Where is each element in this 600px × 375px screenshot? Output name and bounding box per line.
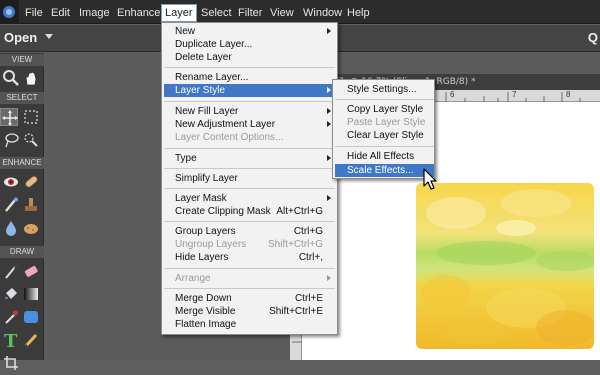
menu-separator <box>164 221 335 222</box>
open-button[interactable]: Open <box>4 30 37 45</box>
menu-file[interactable]: File <box>22 5 46 21</box>
shortcut-label: Ctrl+, <box>298 252 323 263</box>
type-tool-icon[interactable]: T <box>2 331 20 352</box>
menu-item-duplicate-layer[interactable]: Duplicate Layer... <box>164 38 335 51</box>
pencil-tool-icon[interactable] <box>22 331 40 349</box>
menu-item-style-settings[interactable]: Style Settings... <box>335 83 434 96</box>
menu-item-delete-layer[interactable]: Delete Layer <box>164 51 335 64</box>
clone-stamp-tool-icon[interactable] <box>22 196 40 214</box>
eraser-tool-icon[interactable] <box>22 262 40 280</box>
crop-tool-icon[interactable] <box>2 354 20 372</box>
shortcut-label: Alt+Ctrl+G <box>276 206 323 217</box>
mouse-cursor-icon <box>423 168 439 192</box>
watercolor-image[interactable] <box>416 183 594 349</box>
menu-view[interactable]: View <box>267 5 297 21</box>
menu-item-scale-effects[interactable]: Scale Effects... <box>335 164 434 177</box>
open-dropdown-icon[interactable] <box>45 34 53 39</box>
lasso-tool-icon[interactable] <box>2 131 20 149</box>
menu-layer[interactable]: Layer <box>161 4 197 22</box>
toolbox-section-enhance: ENHANCE <box>0 157 44 169</box>
menu-item-paste-layer-style[interactable]: Paste Layer Style <box>335 116 434 129</box>
menu-item-clear-layer-style[interactable]: Clear Layer Style <box>335 129 434 142</box>
menu-item-flatten-image[interactable]: Flatten Image <box>164 318 335 331</box>
menu-item-hide-layers[interactable]: Hide Layers Ctrl+, <box>164 251 335 264</box>
submenu-arrow-icon <box>327 155 331 161</box>
brush-tool-icon[interactable] <box>2 262 20 280</box>
menu-item-copy-layer-style[interactable]: Copy Layer Style <box>335 103 434 116</box>
menu-separator <box>164 101 335 102</box>
marquee-tool-icon[interactable] <box>22 108 40 126</box>
menu-edit[interactable]: Edit <box>48 5 73 21</box>
menu-item-rename-layer[interactable]: Rename Layer... <box>164 71 335 84</box>
menu-separator <box>335 99 434 100</box>
menu-item-new-fill-layer[interactable]: New Fill Layer <box>164 105 335 118</box>
menu-window[interactable]: Window <box>300 5 345 21</box>
submenu-arrow-icon <box>327 275 331 281</box>
menu-item-merge-visible[interactable]: Merge Visible Shift+Ctrl+E <box>164 305 335 318</box>
menu-separator <box>164 67 335 68</box>
custom-shape-tool-icon[interactable] <box>22 308 40 326</box>
menu-item-layer-style[interactable]: Layer Style <box>164 84 335 97</box>
menu-item-simplify-layer[interactable]: Simplify Layer <box>164 172 335 185</box>
submenu-arrow-icon <box>327 87 331 93</box>
quick-selection-tool-icon[interactable] <box>22 131 40 149</box>
menu-item-new-adjustment-layer[interactable]: New Adjustment Layer <box>164 118 335 131</box>
hand-tool-icon[interactable] <box>22 69 40 87</box>
menu-item-type[interactable]: Type <box>164 152 335 165</box>
menu-separator <box>164 148 335 149</box>
menu-item-new[interactable]: New <box>164 25 335 38</box>
submenu-arrow-icon <box>327 108 331 114</box>
menu-bar: File Edit Image Enhance Layer Select Fil… <box>0 0 600 24</box>
menu-item-create-clipping-mask[interactable]: Create Clipping Mask Alt+Ctrl+G <box>164 205 335 218</box>
menu-help[interactable]: Help <box>344 5 373 21</box>
menu-enhance[interactable]: Enhance <box>114 5 163 21</box>
zoom-tool-icon[interactable] <box>2 69 20 87</box>
menu-separator <box>335 146 434 147</box>
menu-item-arrange[interactable]: Arrange <box>164 272 335 285</box>
red-eye-tool-icon[interactable] <box>2 173 20 191</box>
shortcut-label: Shift+Ctrl+E <box>269 306 323 317</box>
submenu-arrow-icon <box>327 121 331 127</box>
shortcut-label: Shift+Ctrl+G <box>267 239 323 250</box>
menu-filter[interactable]: Filter <box>235 5 265 21</box>
blur-tool-icon[interactable] <box>2 219 20 237</box>
submenu-arrow-icon <box>327 195 331 201</box>
quick-mode-tab[interactable]: Q <box>588 30 598 45</box>
menu-separator <box>164 288 335 289</box>
menu-item-layer-mask[interactable]: Layer Mask <box>164 192 335 205</box>
menu-separator <box>164 188 335 189</box>
menu-separator <box>164 268 335 269</box>
submenu-arrow-icon <box>327 28 331 34</box>
move-tool-icon[interactable] <box>0 108 18 126</box>
toolbox-section-draw: DRAW <box>0 246 44 258</box>
sponge-tool-icon[interactable] <box>22 219 40 237</box>
spot-healing-tool-icon[interactable] <box>22 173 40 191</box>
layer-style-submenu: Style Settings... Copy Layer Style Paste… <box>332 79 435 179</box>
menu-item-merge-down[interactable]: Merge Down Ctrl+E <box>164 292 335 305</box>
gradient-tool-icon[interactable] <box>22 285 40 303</box>
toolbox-section-view: VIEW <box>0 54 44 66</box>
paint-bucket-tool-icon[interactable] <box>2 285 20 303</box>
menu-item-group-layers[interactable]: Group Layers Ctrl+G <box>164 225 335 238</box>
layer-menu: New Duplicate Layer... Delete Layer Rena… <box>161 22 338 335</box>
menu-select[interactable]: Select <box>198 5 235 21</box>
menu-image[interactable]: Image <box>76 5 113 21</box>
smart-brush-tool-icon[interactable] <box>2 196 20 214</box>
menu-separator <box>164 168 335 169</box>
shortcut-label: Ctrl+G <box>293 226 323 237</box>
menu-item-ungroup-layers[interactable]: Ungroup Layers Shift+Ctrl+G <box>164 238 335 251</box>
menu-item-hide-all-effects[interactable]: Hide All Effects <box>335 150 434 163</box>
menu-item-layer-content-options[interactable]: Layer Content Options... <box>164 131 335 144</box>
toolbox: VIEW SELECT ENHANCE DRAW T <box>0 53 44 370</box>
color-picker-tool-icon[interactable] <box>2 308 20 326</box>
svg-text:T: T <box>4 331 18 349</box>
shortcut-label: Ctrl+E <box>294 293 323 304</box>
toolbox-section-select: SELECT <box>0 92 44 104</box>
app-logo-icon <box>0 0 19 24</box>
